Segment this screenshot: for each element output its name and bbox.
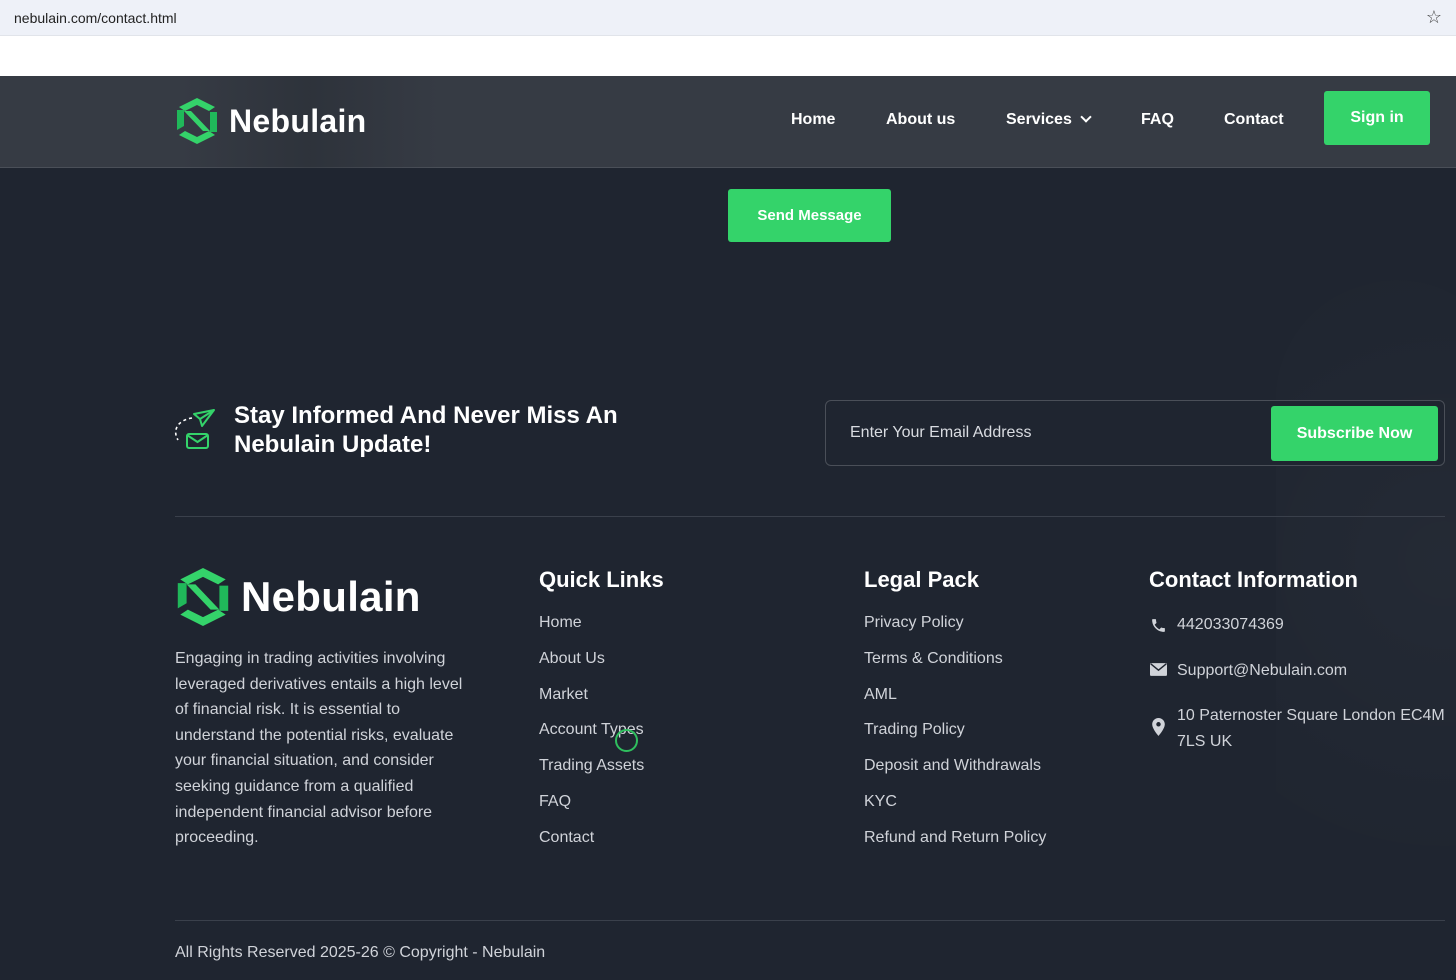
nebulain-logo-icon [177, 568, 229, 626]
contact-email: Support@Nebulain.com [1177, 662, 1348, 679]
contact-address-line1: 10 Paternoster Square London EC4M [1177, 707, 1445, 724]
legal-link-trading-policy[interactable]: Trading Policy [864, 721, 1046, 757]
quick-link-account-types[interactable]: Account Types [539, 721, 644, 757]
email-input[interactable] [840, 411, 1260, 455]
quick-links-title: Quick Links [539, 567, 664, 592]
legal-link-privacy-policy[interactable]: Privacy Policy [864, 614, 1046, 650]
newsletter-title-line2: Nebulain Update! [234, 431, 432, 458]
nav-faq[interactable]: FAQ [1141, 111, 1174, 129]
logo-wordmark: Nebulain [229, 102, 367, 139]
footer-divider-top [175, 516, 1445, 517]
newsletter-title-line1: Stay Informed And Never Miss An [234, 402, 618, 429]
quick-link-about-us[interactable]: About Us [539, 650, 644, 686]
subscribe-button[interactable]: Subscribe Now [1271, 406, 1438, 461]
location-pin-icon [1149, 703, 1167, 736]
quick-link-home[interactable]: Home [539, 614, 644, 650]
background-decoration [1276, 280, 1456, 980]
quick-link-faq[interactable]: FAQ [539, 793, 644, 829]
nav-services-label: Services [1006, 111, 1072, 128]
contact-phone: 442033074369 [1177, 616, 1284, 633]
legal-link-refund-policy[interactable]: Refund and Return Policy [864, 829, 1046, 865]
footer-about-text: Engaging in trading activities involving… [175, 650, 463, 847]
contact-address: 10 Paternoster Square London EC4M 7LS UK [1177, 703, 1445, 755]
bookmark-star-icon[interactable]: ☆ [1426, 7, 1442, 28]
header-logo[interactable]: Nebulain [175, 98, 367, 144]
logo-wordmark: Nebulain [241, 573, 421, 620]
legal-link-terms[interactable]: Terms & Conditions [864, 650, 1046, 686]
url-text[interactable]: nebulain.com/contact.html [14, 10, 177, 26]
nebulain-logo-icon [177, 98, 217, 144]
newsletter-title: Stay Informed And Never Miss An Nebulain… [234, 401, 704, 459]
send-message-button[interactable]: Send Message [728, 189, 891, 242]
newsletter-paper-plane-icon [174, 409, 215, 449]
browser-content-gap [0, 36, 1456, 76]
phone-icon [1149, 612, 1167, 634]
quick-link-contact[interactable]: Contact [539, 829, 644, 865]
browser-address-bar[interactable]: nebulain.com/contact.html ☆ [0, 0, 1456, 36]
quick-links-list: Home About Us Market Account Types Tradi… [539, 614, 644, 865]
legal-pack-title: Legal Pack [864, 567, 979, 592]
contact-info-title: Contact Information [1149, 567, 1358, 592]
footer-divider-bottom [175, 920, 1445, 921]
footer-logo[interactable]: Nebulain [175, 568, 421, 626]
contact-phone-row[interactable]: 442033074369 [1149, 612, 1284, 638]
legal-link-aml[interactable]: AML [864, 686, 1046, 722]
legal-link-deposit-withdrawals[interactable]: Deposit and Withdrawals [864, 757, 1046, 793]
nav-services[interactable]: Services [1006, 111, 1092, 129]
chevron-down-icon [1080, 111, 1092, 123]
nav-home[interactable]: Home [791, 111, 835, 129]
contact-email-row[interactable]: Support@Nebulain.com [1149, 658, 1347, 684]
contact-address-line2: 7LS UK [1177, 733, 1233, 750]
nav-about-us[interactable]: About us [886, 111, 955, 129]
copyright-text: All Rights Reserved 2025-26 © Copyright … [175, 944, 546, 961]
legal-links-list: Privacy Policy Terms & Conditions AML Tr… [864, 614, 1046, 865]
subscribe-form: Subscribe Now [825, 400, 1445, 466]
envelope-icon [1149, 658, 1167, 676]
quick-link-trading-assets[interactable]: Trading Assets [539, 757, 644, 793]
contact-address-row: 10 Paternoster Square London EC4M 7LS UK [1149, 703, 1445, 755]
quick-link-market[interactable]: Market [539, 686, 644, 722]
nav-contact[interactable]: Contact [1224, 111, 1284, 129]
sign-in-button[interactable]: Sign in [1324, 91, 1430, 145]
legal-link-kyc[interactable]: KYC [864, 793, 1046, 829]
